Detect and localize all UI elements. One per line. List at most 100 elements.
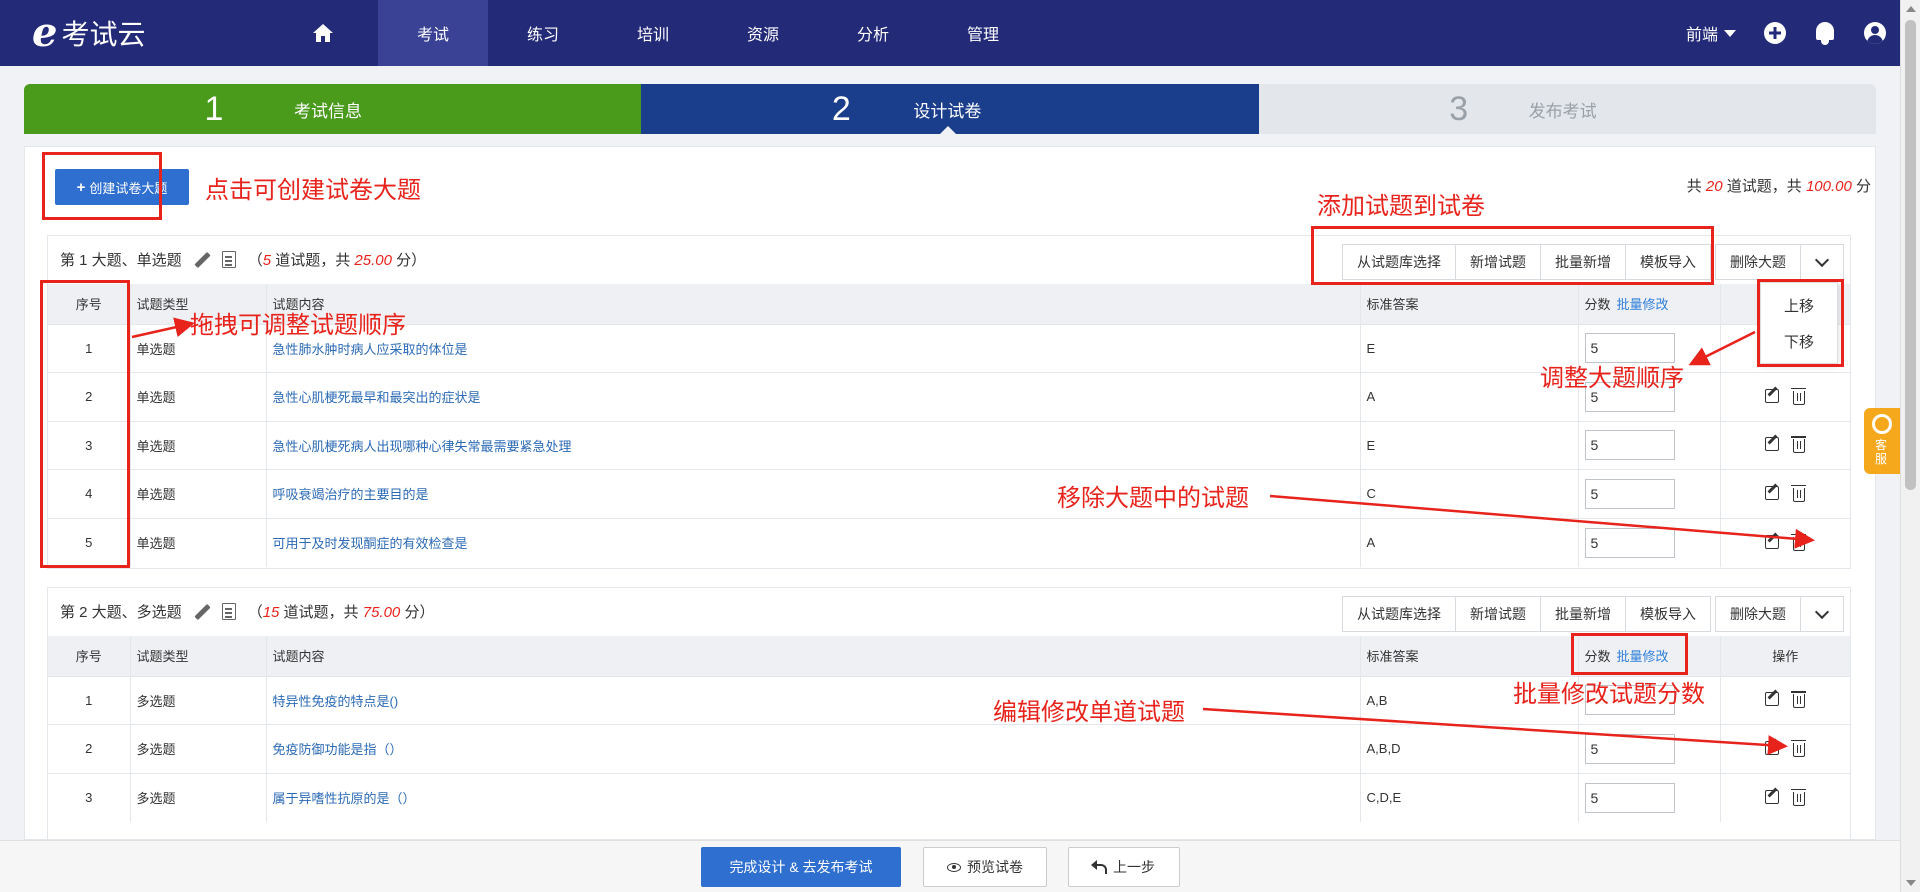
edit-icon[interactable] — [1765, 388, 1780, 403]
paper-total: 共 20 道试题，共 100.00 分 — [1686, 178, 1871, 195]
template-import-button[interactable]: 模板导入 — [1625, 244, 1711, 280]
nav-exam[interactable]: 考试 — [378, 0, 488, 66]
edit-icon[interactable] — [1765, 534, 1780, 549]
col-ops: 操作 — [1720, 636, 1850, 676]
pencil-icon[interactable] — [194, 252, 210, 268]
nav-practice[interactable]: 练习 — [488, 0, 598, 66]
nav-home[interactable] — [268, 0, 378, 66]
create-section-button[interactable]: + 创建试卷大题 — [55, 169, 189, 205]
step-exam-info[interactable]: 1 考试信息 — [24, 84, 642, 134]
delete-section-button[interactable]: 删除大题 — [1715, 244, 1801, 280]
section-more-button[interactable] — [1800, 244, 1844, 280]
table-row[interactable]: 2 多选题 免疫防御功能是指（） A,B,D — [48, 724, 1850, 773]
edit-icon[interactable] — [1765, 485, 1780, 500]
score-input[interactable] — [1584, 527, 1675, 558]
edit-icon[interactable] — [1765, 740, 1780, 755]
section-title: 第 1 大题、单选题 — [60, 252, 182, 269]
select-from-bank-button[interactable]: 从试题库选择 — [1342, 596, 1456, 632]
section-header: 第 1 大题、单选题 （5 道试题，共 25.00 分） 从试题库选择 新增试题… — [48, 236, 1850, 284]
logo[interactable]: e 考试云 — [32, 12, 145, 54]
trash-icon[interactable] — [1791, 436, 1807, 454]
bell-icon[interactable] — [1814, 21, 1836, 45]
previous-step-button[interactable]: 上一步 — [1068, 847, 1180, 887]
question-link[interactable]: 可用于及时发现酮症的有效检查是 — [273, 536, 468, 551]
edit-icon[interactable] — [1765, 437, 1780, 452]
question-link[interactable]: 急性肺水肿时病人应采取的体位是 — [273, 342, 468, 357]
finish-design-button[interactable]: 完成设计 & 去发布考试 — [701, 847, 901, 887]
question-link[interactable]: 属于异嗜性抗原的是（） — [273, 791, 416, 806]
question-link[interactable]: 免疫防御功能是指（） — [273, 742, 403, 757]
section-title: 第 2 大题、多选题 — [60, 604, 182, 621]
template-import-button[interactable]: 模板导入 — [1625, 596, 1711, 632]
batch-edit-score-link[interactable]: 批量修改 — [1617, 649, 1669, 664]
pencil-icon[interactable] — [194, 604, 210, 620]
annotation-drag-text: 拖拽可调整试题顺序 — [190, 312, 406, 339]
trash-icon[interactable] — [1791, 691, 1807, 709]
trash-icon[interactable] — [1791, 533, 1807, 551]
user-avatar-icon[interactable] — [1864, 22, 1886, 44]
table-row[interactable]: 3 单选题 急性心肌梗死病人出现哪种心律失常最需要紧急处理 E — [48, 420, 1850, 470]
nav-manage[interactable]: 管理 — [928, 0, 1038, 66]
table-row[interactable]: 4 单选题 呼吸衰竭治疗的主要目的是 C — [48, 469, 1850, 518]
trash-icon[interactable] — [1791, 484, 1807, 502]
score-input[interactable] — [1584, 430, 1675, 461]
edit-icon[interactable] — [1765, 692, 1780, 707]
col-score: 分数 批量修改 — [1578, 636, 1721, 676]
scroll-down-icon[interactable] — [1906, 880, 1916, 886]
delete-section-button[interactable]: 删除大题 — [1715, 596, 1801, 632]
home-icon — [313, 24, 333, 42]
batch-add-button[interactable]: 批量新增 — [1540, 244, 1626, 280]
step-publish[interactable]: 3 发布考试 — [1258, 84, 1876, 134]
total-count: 20 — [1705, 178, 1723, 195]
section-count: （15 道试题，共 75.00 分） — [247, 604, 435, 621]
scroll-up-icon[interactable] — [1906, 6, 1916, 12]
user-menu[interactable]: 前端 — [1686, 21, 1736, 45]
table-row[interactable]: 3 多选题 属于异嗜性抗原的是（） C,D,E — [48, 772, 1850, 822]
scroll-thumb[interactable] — [1905, 20, 1916, 490]
step-pointer — [939, 126, 958, 135]
nav-analysis[interactable]: 分析 — [818, 0, 928, 66]
move-up-item[interactable]: 上移 — [1761, 287, 1837, 323]
batch-edit-score-link[interactable]: 批量修改 — [1617, 297, 1669, 312]
section-reorder-menu: 上移 下移 — [1760, 282, 1838, 364]
batch-add-button[interactable]: 批量新增 — [1540, 596, 1626, 632]
nav-resources[interactable]: 资源 — [708, 0, 818, 66]
table-row[interactable]: 5 单选题 可用于及时发现酮症的有效检查是 A — [48, 517, 1850, 567]
select-from-bank-button[interactable]: 从试题库选择 — [1342, 244, 1456, 280]
nav-right: 前端 — [1686, 0, 1886, 66]
headset-icon — [1872, 414, 1892, 434]
step-design-paper[interactable]: 2 设计试卷 — [641, 84, 1259, 135]
section-more-button[interactable] — [1800, 596, 1844, 632]
eye-icon — [947, 862, 961, 872]
section-actions: 从试题库选择 新增试题 批量新增 模板导入 删除大题 — [1342, 244, 1844, 280]
caret-down-icon — [1724, 29, 1736, 37]
question-link[interactable]: 呼吸衰竭治疗的主要目的是 — [273, 487, 429, 502]
col-score: 分数 批量修改 — [1578, 284, 1721, 324]
annotation-add-text: 添加试题到试卷 — [1317, 193, 1485, 220]
score-input[interactable] — [1584, 478, 1675, 509]
add-circle-icon[interactable] — [1764, 22, 1786, 44]
col-answer: 标准答案 — [1360, 636, 1579, 676]
preview-paper-button[interactable]: 预览试卷 — [923, 847, 1047, 887]
step-label: 考试信息 — [294, 101, 362, 121]
step-number: 2 — [831, 89, 851, 128]
trash-icon[interactable] — [1791, 788, 1807, 806]
col-no: 序号 — [48, 636, 131, 676]
question-link[interactable]: 特异性免疫的特点是() — [273, 694, 399, 709]
question-link[interactable]: 急性心肌梗死最早和最突出的症状是 — [273, 390, 481, 405]
score-input[interactable] — [1584, 782, 1675, 813]
trash-icon[interactable] — [1791, 739, 1807, 757]
move-down-item[interactable]: 下移 — [1761, 323, 1837, 359]
page-scrollbar[interactable] — [1900, 0, 1920, 892]
nav-menu: 考试 练习 培训 资源 分析 管理 — [268, 0, 1038, 66]
score-input[interactable] — [1584, 733, 1675, 764]
step-label: 发布考试 — [1528, 101, 1597, 121]
bottom-action-bar: 完成设计 & 去发布考试 预览试卷 上一步 — [0, 840, 1900, 892]
customer-service-tab[interactable]: 客服 — [1864, 408, 1900, 474]
add-question-button[interactable]: 新增试题 — [1455, 244, 1541, 280]
nav-training[interactable]: 培训 — [598, 0, 708, 66]
add-question-button[interactable]: 新增试题 — [1455, 596, 1541, 632]
question-link[interactable]: 急性心肌梗死病人出现哪种心律失常最需要紧急处理 — [273, 439, 572, 454]
trash-icon[interactable] — [1791, 387, 1807, 405]
edit-icon[interactable] — [1765, 789, 1780, 804]
